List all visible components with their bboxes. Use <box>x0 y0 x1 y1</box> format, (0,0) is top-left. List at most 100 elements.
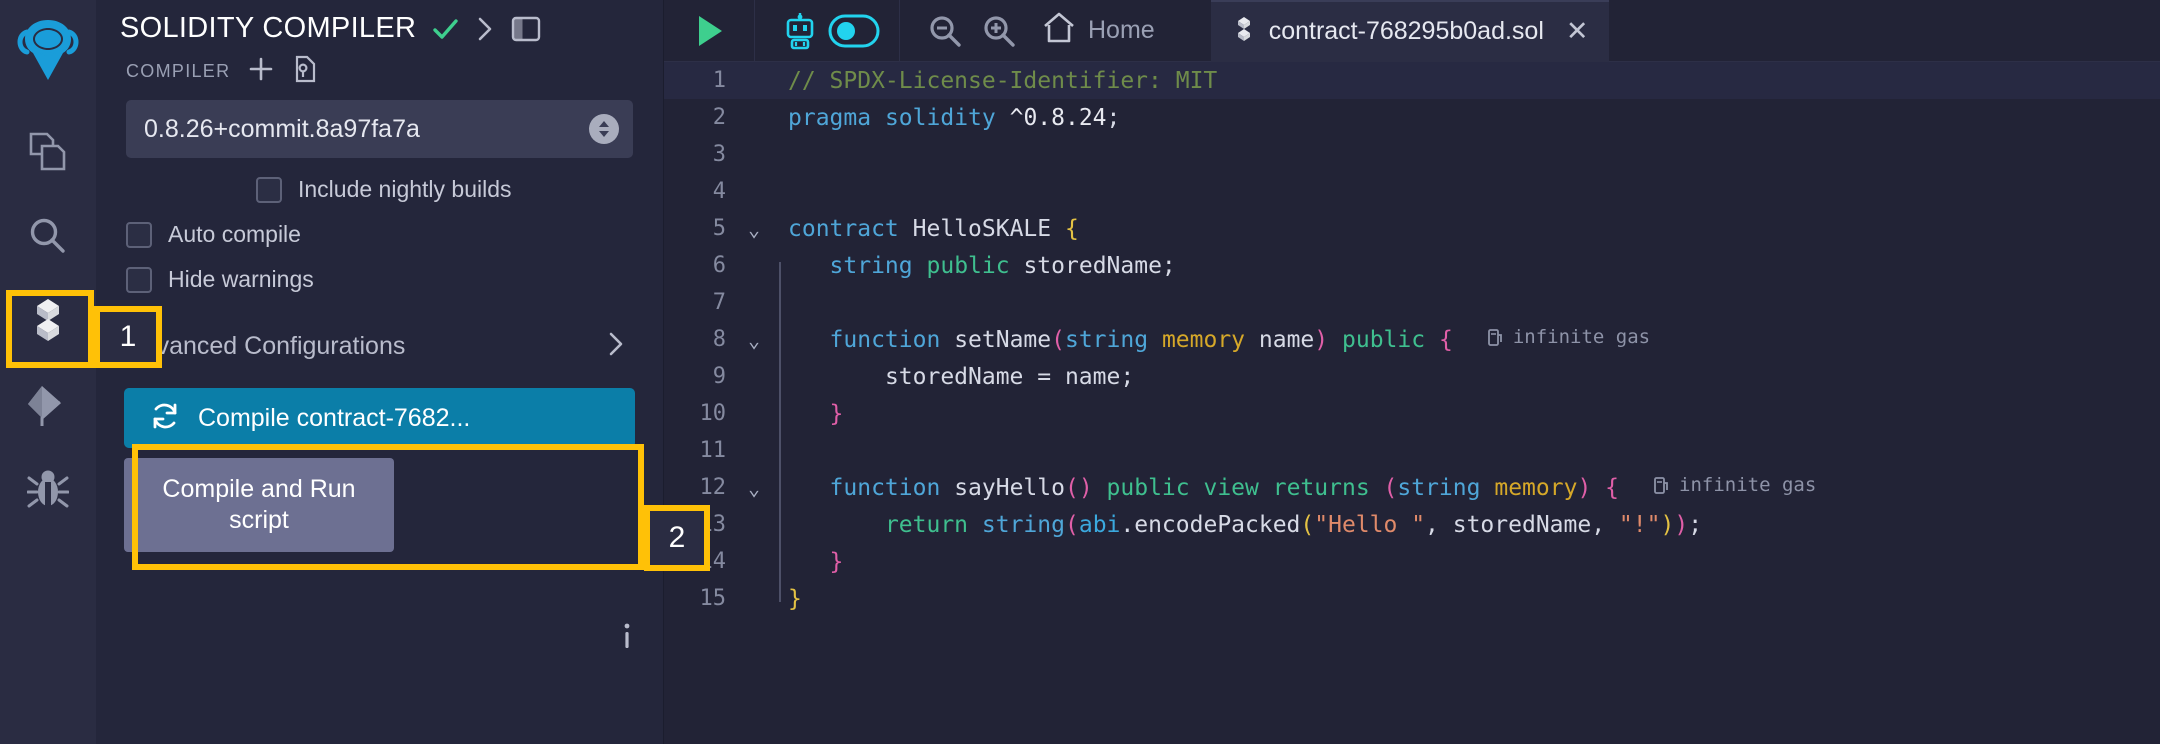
code-row: 9 storedName = name; <box>664 358 2160 417</box>
auto-compile-checkbox[interactable] <box>126 221 152 248</box>
line-number: 11 <box>699 438 727 463</box>
panel-header: SOLIDITY COMPILER <box>96 0 663 49</box>
annotation-box-2 <box>132 444 644 570</box>
info-icon[interactable] <box>616 620 638 657</box>
code-row: 3 <box>664 136 2160 173</box>
home-label: Home <box>1088 16 1155 44</box>
line-number: 15 <box>699 586 727 611</box>
deploy-run-icon <box>26 382 70 426</box>
debugger-icon <box>27 466 69 510</box>
code-text: } <box>829 548 844 575</box>
compile-contract-label: Compile contract-7682... <box>198 403 471 432</box>
compiler-label: COMPILER <box>126 61 231 81</box>
code-text: storedName = name; <box>884 363 1135 390</box>
zoom-out-icon[interactable] <box>918 4 972 58</box>
code-text: pragma solidity ^0.8.24; <box>788 104 1121 131</box>
line-number: 1 <box>712 68 726 93</box>
zoom-group: Home <box>900 0 1189 62</box>
green-check-icon <box>430 14 460 44</box>
code-row: 1 // SPDX-License-Identifier: MIT <box>664 62 2160 99</box>
play-icon[interactable] <box>682 4 736 58</box>
hide-warnings-row[interactable]: Hide warnings <box>96 266 663 293</box>
gas-estimate: infinite gas <box>1653 474 1816 496</box>
robot-icon[interactable] <box>773 4 827 58</box>
solidity-compiler-panel: SOLIDITY COMPILER COMPILER 0.8.26+commit… <box>96 0 701 744</box>
solidity-file-icon <box>1233 16 1255 47</box>
annotation-label-2: 2 <box>644 505 710 571</box>
code-content[interactable]: 1 // SPDX-License-Identifier: MIT 2 prag… <box>664 62 2160 744</box>
toggle-on-icon[interactable] <box>827 4 881 58</box>
code-row: 10 } <box>664 395 2160 454</box>
fold-toggle[interactable]: ⌄ <box>736 328 772 352</box>
line-number: 7 <box>712 290 726 315</box>
code-row: 15 } <box>664 580 2160 617</box>
code-row: 8 ⌄ function setName(string memory name)… <box>664 321 2160 380</box>
editor-toolbar: Home contract-768295b0ad.sol ✕ <box>664 0 2160 62</box>
sidebar-item-file-explorer[interactable] <box>15 119 81 185</box>
config-file-icon[interactable] <box>292 55 318 88</box>
ai-group <box>755 0 899 62</box>
spinner-icon[interactable] <box>589 114 619 144</box>
gas-label: infinite gas <box>1512 326 1651 348</box>
icon-rail <box>0 0 96 744</box>
gas-estimate: infinite gas <box>1487 326 1650 348</box>
code-row: 6 string public storedName; <box>664 247 2160 306</box>
advanced-configurations-row[interactable]: Advanced Configurations <box>96 329 663 364</box>
search-icon <box>27 215 69 257</box>
fold-toggle[interactable]: ⌄ <box>736 476 772 500</box>
code-text: contract HelloSKALE { <box>788 215 1079 242</box>
remix-logo-icon[interactable] <box>14 14 82 91</box>
code-text: function sayHello() public view returns … <box>829 474 1817 501</box>
hide-warnings-label: Hide warnings <box>168 266 314 292</box>
advanced-configurations-label: Advanced Configurations <box>126 332 406 360</box>
code-row: 13 return string(abi.encodePacked("Hello… <box>664 506 2160 565</box>
home-button[interactable]: Home <box>1026 11 1171 50</box>
editor-tab[interactable]: contract-768295b0ad.sol ✕ <box>1210 0 1609 62</box>
file-explorer-icon <box>28 131 68 173</box>
code-row: 5 ⌄ contract HelloSKALE { <box>664 210 2160 247</box>
code-row: 12 ⌄ function sayHello() public view ret… <box>664 469 2160 528</box>
annotation-box-1 <box>6 290 94 368</box>
code-text: return string(abi.encodePacked("Hello ",… <box>884 511 1703 538</box>
include-nightly-builds-checkbox[interactable] <box>256 176 282 203</box>
line-number: 12 <box>699 475 727 500</box>
sidebar-item-search[interactable] <box>15 203 81 269</box>
code-row: 4 <box>664 173 2160 210</box>
code-text: } <box>788 585 802 612</box>
sidebar-item-deploy-run[interactable] <box>15 371 81 437</box>
line-number: 4 <box>712 179 726 204</box>
code-row: 2 pragma solidity ^0.8.24; <box>664 99 2160 136</box>
fold-toggle[interactable]: ⌄ <box>736 217 772 241</box>
editor-tab-label: contract-768295b0ad.sol <box>1268 17 1544 45</box>
chevron-right-icon[interactable] <box>605 329 627 364</box>
code-text: string public storedName; <box>829 252 1176 279</box>
plus-icon[interactable] <box>248 56 274 87</box>
compile-contract-button[interactable]: Compile contract-7682... <box>124 388 635 448</box>
code-row: 7 <box>664 284 2160 343</box>
zoom-in-icon[interactable] <box>972 4 1026 58</box>
code-text: function setName(string memory name) pub… <box>829 326 1651 353</box>
code-text: } <box>829 400 844 427</box>
compiler-version-value: 0.8.26+commit.8a97fa7a <box>144 114 420 143</box>
code-text: // SPDX-License-Identifier: MIT <box>788 67 1218 94</box>
include-nightly-builds-row[interactable]: Include nightly builds <box>96 176 663 203</box>
auto-compile-row[interactable]: Auto compile <box>96 221 663 248</box>
run-group <box>664 0 754 62</box>
refresh-icon <box>150 401 180 436</box>
include-nightly-builds-label: Include nightly builds <box>298 176 512 202</box>
gas-label: infinite gas <box>1679 474 1817 496</box>
chevron-right-icon[interactable] <box>474 14 496 44</box>
panel-layout-icon[interactable] <box>510 13 542 45</box>
sidebar-item-debugger[interactable] <box>15 455 81 521</box>
compiler-version-select[interactable]: 0.8.26+commit.8a97fa7a <box>126 100 633 158</box>
code-row: 14 } <box>664 543 2160 602</box>
home-icon <box>1042 11 1076 50</box>
annotation-label-1: 1 <box>94 306 162 368</box>
line-number: 10 <box>699 401 727 426</box>
remix-ide-window: SOLIDITY COMPILER COMPILER 0.8.26+commit… <box>0 0 2160 744</box>
hide-warnings-checkbox[interactable] <box>126 266 152 293</box>
code-editor-pane: Home contract-768295b0ad.sol ✕ 1 // SPDX… <box>664 0 2160 744</box>
line-number: 6 <box>712 253 726 278</box>
close-icon[interactable]: ✕ <box>1566 16 1589 47</box>
auto-compile-label: Auto compile <box>168 221 301 247</box>
